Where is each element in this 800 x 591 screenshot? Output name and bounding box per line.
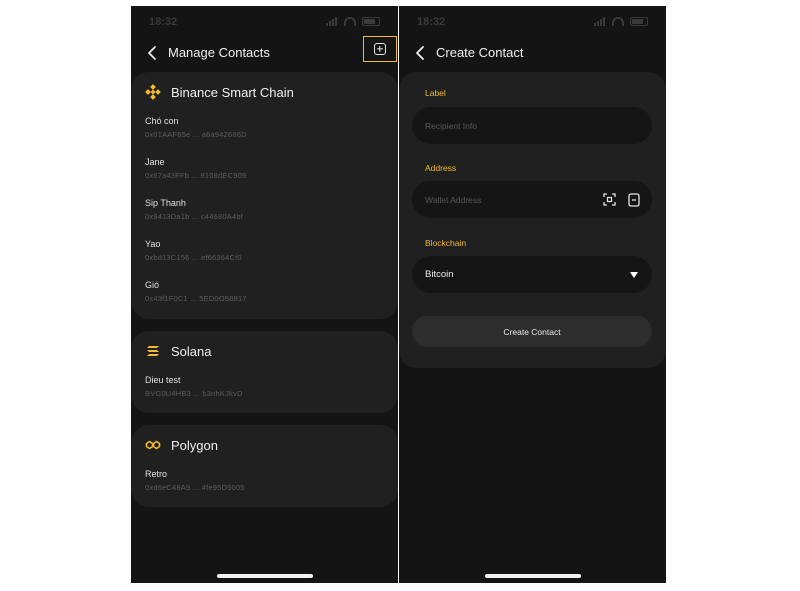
chain-group-binance: Binance Smart Chain Chó con 0x01AAF65e .… (131, 72, 398, 319)
create-contact-screen: 18:32 Create Contact Label Recipient Inf… (399, 6, 666, 583)
home-indicator[interactable] (216, 574, 313, 578)
contact-name: Chó con (145, 116, 179, 126)
signal-icon (326, 17, 338, 26)
contact-address: 0x01AAF65e ... a6a942686D (145, 130, 247, 139)
chain-header: Polygon (145, 435, 218, 455)
binance-icon (145, 84, 161, 100)
blockchain-select[interactable]: Bitcoin (412, 256, 652, 293)
blockchain-selected-value: Bitcoin (425, 269, 454, 280)
label-field-label: Label (425, 88, 446, 98)
contact-item[interactable]: Gió 0x43f1F0C1 ... 5ED0O58817 (145, 280, 247, 303)
contact-name: Jane (145, 157, 165, 167)
chain-group-polygon: Polygon Retro 0xd6eC48A9 ... 4fe95D5005 (131, 425, 398, 507)
wifi-icon (344, 17, 356, 26)
page-title: Manage Contacts (168, 45, 270, 60)
caret-down-icon (630, 272, 638, 278)
status-time: 18:32 (417, 16, 446, 28)
label-input-placeholder: Recipient Info (425, 121, 477, 131)
contact-address: 0x43f1F0C1 ... 5ED0O58817 (145, 294, 247, 303)
blockchain-field-label: Blockchain (425, 238, 467, 248)
label-input[interactable]: Recipient Info (412, 107, 652, 144)
manage-contacts-screen: 18:32 Manage Contacts Binance Smart Chai… (131, 6, 398, 583)
contact-name: Gió (145, 280, 160, 290)
battery-icon (630, 17, 648, 26)
contact-item[interactable]: Sip Thanh 0x9413Da1b ... c44680A4bf (145, 198, 243, 221)
contact-address: 0x9413Da1b ... c44680A4bf (145, 212, 243, 221)
contact-name: Retro (145, 469, 168, 479)
add-contact-button[interactable] (363, 36, 397, 62)
chain-header: Binance Smart Chain (145, 82, 294, 102)
contact-address: BVG0U4HB3 ... b3nhKJkvD (145, 389, 243, 398)
chain-name: Polygon (171, 437, 218, 453)
status-bar: 18:32 (417, 16, 648, 30)
contact-address: 0xbd13C156 ... ef66364Cf0 (145, 253, 242, 262)
contact-name: Sip Thanh (145, 198, 186, 208)
qr-scan-icon[interactable] (603, 193, 616, 206)
contact-name: Yao (145, 239, 161, 249)
home-indicator[interactable] (484, 574, 581, 578)
status-bar: 18:32 (149, 16, 380, 30)
clipboard-icon[interactable] (628, 192, 640, 207)
chain-header: Solana (145, 341, 211, 361)
contact-item[interactable]: Retro 0xd6eC48A9 ... 4fe95D5005 (145, 469, 245, 492)
wallet-address-placeholder: Wallet Address (425, 195, 482, 205)
contact-name: Dieu test (145, 375, 181, 385)
signal-icon (594, 17, 606, 26)
chain-group-solana: Solana Dieu test BVG0U4HB3 ... b3nhKJkvD (131, 331, 398, 413)
back-arrow-icon[interactable] (413, 45, 429, 61)
chain-name: Binance Smart Chain (171, 84, 294, 100)
wallet-address-input[interactable]: Wallet Address (412, 181, 652, 218)
address-field-label: Address (425, 163, 457, 173)
plus-icon (374, 43, 386, 55)
contact-item[interactable]: Chó con 0x01AAF65e ... a6a942686D (145, 116, 247, 139)
contact-item[interactable]: Jane 0x67a43FFb ... 8108dEC909 (145, 157, 246, 180)
solana-icon (147, 346, 159, 356)
create-contact-button[interactable]: Create Contact (412, 316, 652, 347)
page-title: Create Contact (436, 45, 524, 60)
status-time: 18:32 (149, 16, 178, 28)
contact-item[interactable]: Dieu test BVG0U4HB3 ... b3nhKJkvD (145, 375, 243, 398)
chain-name: Solana (171, 343, 212, 359)
contact-address: 0xd6eC48A9 ... 4fe95D5005 (145, 483, 245, 492)
back-arrow-icon[interactable] (145, 45, 161, 61)
header: Manage Contacts (131, 36, 398, 70)
wifi-icon (612, 17, 624, 26)
polygon-icon (145, 440, 161, 450)
header: Create Contact (399, 36, 666, 70)
battery-icon (362, 17, 380, 26)
contact-item[interactable]: Yao 0xbd13C156 ... ef66364Cf0 (145, 239, 242, 262)
contact-address: 0x67a43FFb ... 8108dEC909 (145, 171, 247, 180)
